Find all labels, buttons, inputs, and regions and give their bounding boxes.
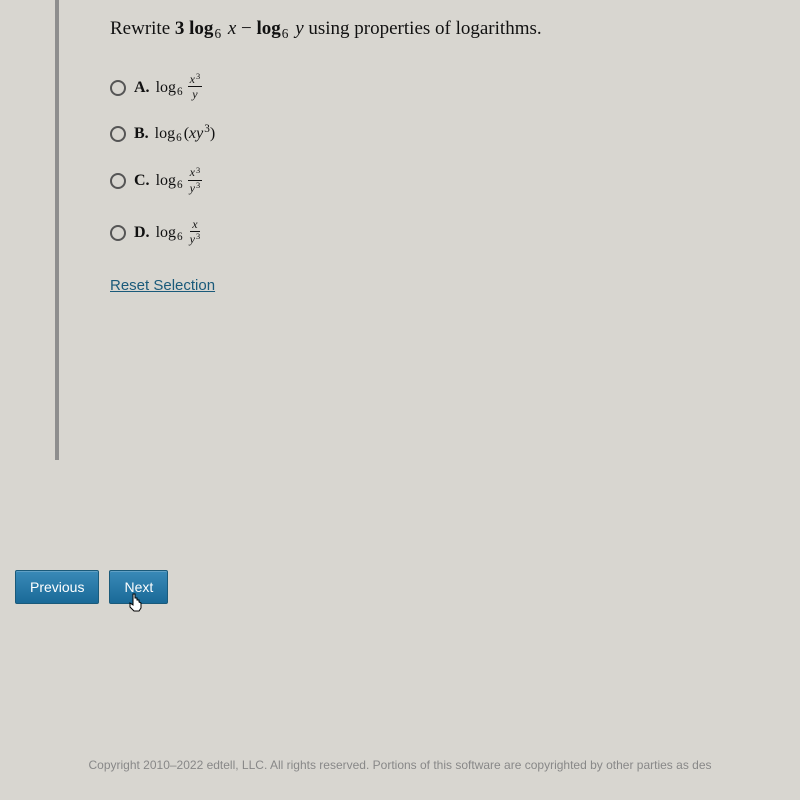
nav-buttons: Previous Next (15, 570, 168, 604)
footer-copyright: Copyright 2010–2022 edtell, LLC. All rig… (0, 758, 800, 772)
content-wrap: Rewrite 3 log6 x − log6 y using properti… (0, 0, 800, 295)
vertical-divider (55, 0, 59, 460)
option-a-label: A. log6 x3 y (134, 74, 202, 101)
option-d[interactable]: D. log6 x y3 (110, 219, 760, 246)
option-c-label: C. log6 x3 y3 (134, 167, 202, 195)
question-suffix: using properties of logarithms. (308, 18, 541, 39)
option-d-math: log6 x y3 (156, 219, 203, 246)
previous-button[interactable]: Previous (15, 570, 99, 604)
option-b[interactable]: B. log6(xy3) (110, 125, 760, 143)
question-area: Rewrite 3 log6 x − log6 y using properti… (70, 0, 800, 295)
option-b-label: B. log6(xy3) (134, 125, 215, 143)
question-text: Rewrite 3 log6 x − log6 y using properti… (110, 18, 760, 40)
radio-icon[interactable] (110, 173, 126, 189)
option-b-math: log6(xy3) (155, 125, 216, 143)
next-button[interactable]: Next (109, 570, 168, 604)
radio-icon[interactable] (110, 126, 126, 142)
option-a-math: log6 x3 y (156, 74, 203, 101)
option-c[interactable]: C. log6 x3 y3 (110, 167, 760, 195)
option-c-math: log6 x3 y3 (156, 167, 203, 195)
radio-icon[interactable] (110, 225, 126, 241)
radio-icon[interactable] (110, 80, 126, 96)
question-expression: 3 log6 x − log6 y (175, 18, 304, 40)
option-d-label: D. log6 x y3 (134, 219, 202, 246)
question-prefix: Rewrite (110, 18, 175, 39)
options-list: A. log6 x3 y B. log6(xy3) (110, 74, 760, 247)
option-a[interactable]: A. log6 x3 y (110, 74, 760, 101)
reset-selection-link[interactable]: Reset Selection (110, 277, 215, 294)
